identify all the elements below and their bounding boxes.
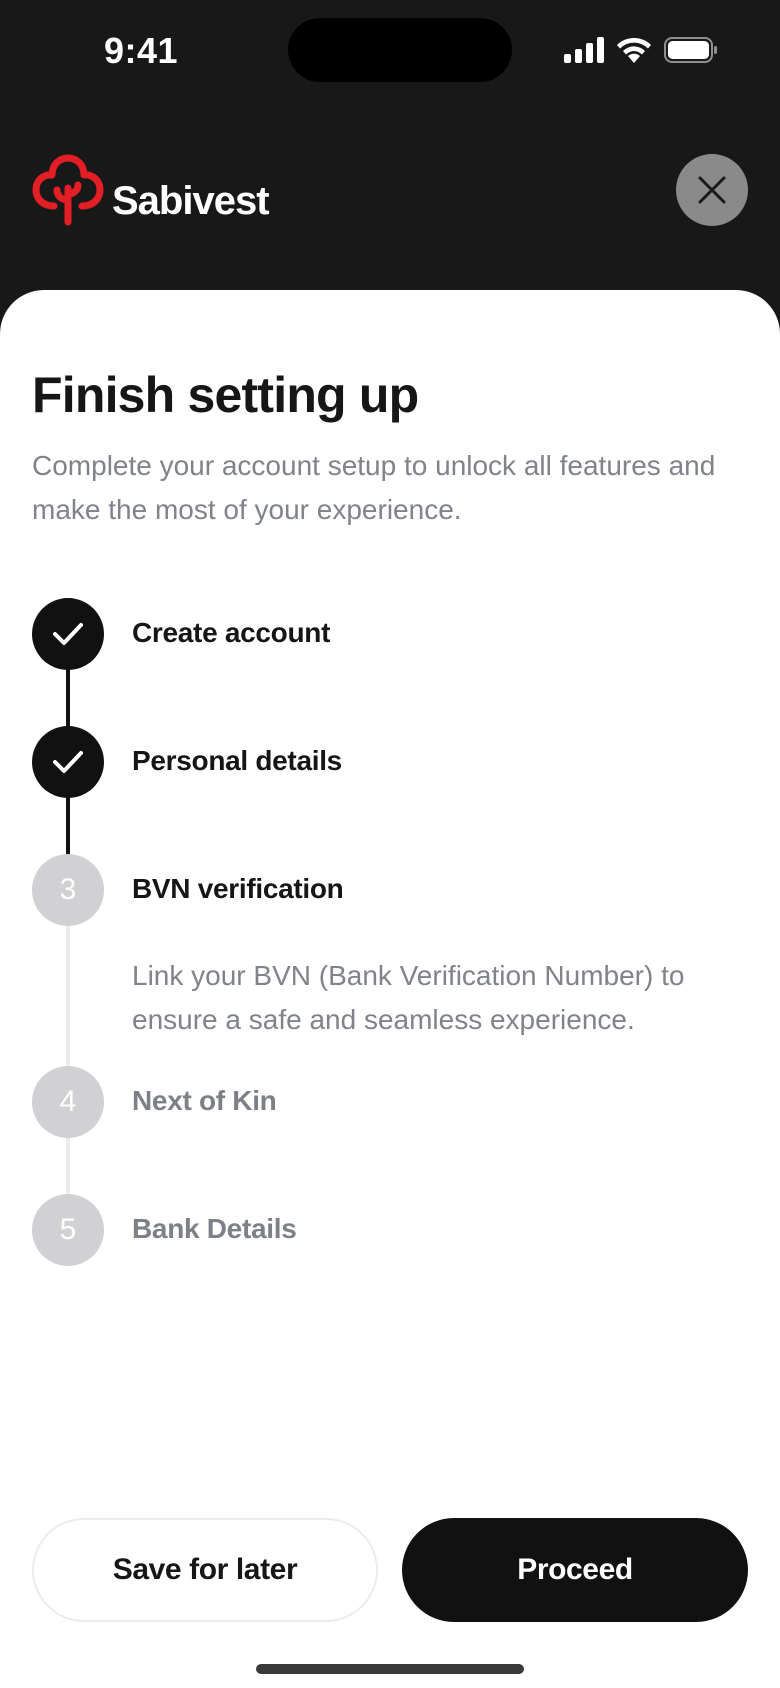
dynamic-island [288, 18, 512, 82]
step-number-badge: 3 [32, 854, 104, 926]
close-icon [698, 176, 726, 204]
app-header: Sabivest [0, 140, 780, 280]
setup-sheet: Finish setting up Complete your account … [0, 290, 780, 1688]
cellular-signal-icon [564, 37, 604, 63]
home-indicator[interactable] [256, 1664, 524, 1674]
page-subtitle: Complete your account setup to unlock al… [32, 450, 716, 525]
status-time: 9:41 [104, 30, 179, 71]
status-bar: 9:41 [0, 0, 780, 100]
battery-icon [664, 37, 717, 63]
step-indicator-complete [32, 598, 104, 670]
step-number-badge: 5 [32, 1194, 104, 1266]
proceed-button[interactable]: Proceed [402, 1518, 748, 1622]
step-description: Link your BVN (Bank Verification Number)… [132, 960, 685, 1035]
step-indicator-complete [32, 726, 104, 798]
step-label: BVN verification [132, 873, 344, 904]
status-icons [564, 36, 718, 64]
brand-name: Sabivest [112, 178, 270, 223]
check-icon [53, 623, 83, 645]
sabivest-tree-logo [32, 154, 104, 226]
step-label: Create account [132, 617, 331, 648]
save-for-later-button[interactable]: Save for later [32, 1518, 378, 1622]
step-label: Personal details [132, 745, 342, 776]
wifi-icon [617, 37, 651, 63]
close-button[interactable] [676, 154, 748, 226]
step-number-badge: 4 [32, 1066, 104, 1138]
check-icon [53, 751, 83, 773]
brand-logo: Sabivest [32, 154, 270, 226]
step-label: Next of Kin [132, 1085, 277, 1116]
step-label: Bank Details [132, 1213, 297, 1244]
page-title: Finish setting up [32, 367, 419, 423]
